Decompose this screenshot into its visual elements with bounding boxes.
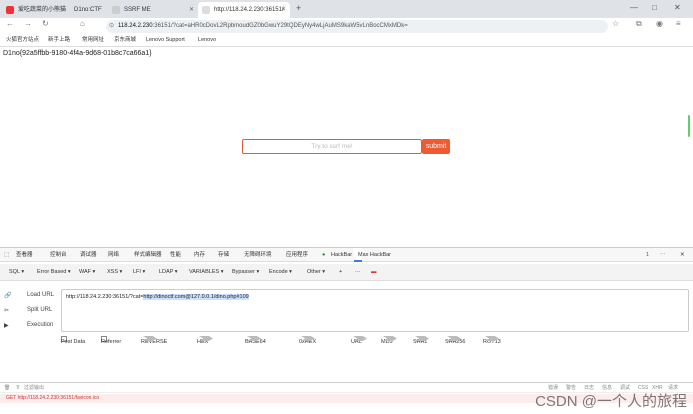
tab-4-label: http://118.24.2.230:36151/	[214, 7, 284, 13]
scroll-indicator	[688, 115, 690, 137]
devtools-tab[interactable]: 样式编辑器	[134, 248, 162, 262]
hackbar-menu: SQL ▾ Error Based ▾ WAF ▾ XSS ▾ LFI ▾ LD…	[0, 264, 693, 281]
extensions-icon[interactable]: ⧉	[636, 19, 642, 29]
add-icon[interactable]: +	[336, 267, 345, 278]
menu-bypasser[interactable]: Bypasser ▾	[229, 267, 262, 278]
menu-encode[interactable]: Encode ▾	[266, 267, 295, 278]
filter-icon: ⊽	[16, 385, 20, 391]
close-devtools-icon[interactable]: ✕	[680, 248, 685, 262]
close-window-icon[interactable]: ✕	[674, 3, 681, 12]
devtools-pick-icon[interactable]: ⬚	[4, 248, 9, 262]
trash-icon[interactable]: 🗑	[4, 383, 10, 393]
csdn-favicon-icon	[6, 6, 14, 14]
search-input[interactable]: Try to ssrf me!	[242, 139, 422, 154]
menu-icon[interactable]: ≡	[676, 19, 681, 28]
devtools-tab[interactable]: 控制台	[50, 248, 67, 262]
devtools-tab-active[interactable]: Max HackBar	[354, 248, 391, 262]
bookmark-item[interactable]: 新手上路	[48, 34, 70, 47]
devtools-toolbar: ⬚ 查看器 控制台 调试器 网络 样式编辑器 性能 内存 存储 无障碍环境 应用…	[0, 247, 693, 262]
devtools-tab[interactable]: 内存	[194, 248, 205, 262]
hackbar-options: Post Data Referrer REVERSE HEX BASE64 0x…	[61, 336, 689, 348]
settings-icon[interactable]: ⋯	[660, 248, 666, 262]
menu-sql[interactable]: SQL ▾	[6, 267, 27, 278]
url-input[interactable]: ⊙ 118.24.2.230:36151/?cat=aHR0cDovL2Rpbm…	[106, 20, 608, 33]
console-filter-input[interactable]: 过滤输出	[24, 383, 44, 393]
bookmark-item[interactable]: 常用网址	[82, 34, 104, 47]
max-hackbar-label: Max HackBar	[358, 252, 392, 258]
maximize-icon[interactable]: □	[652, 3, 657, 12]
close-tab-icon[interactable]: ✕	[189, 2, 194, 18]
profile-icon[interactable]: ◉	[656, 19, 663, 28]
devtools-tab[interactable]: HackBar	[331, 248, 352, 262]
menu-error-based[interactable]: Error Based ▾	[34, 267, 74, 278]
forward-icon[interactable]: →	[24, 19, 32, 28]
menu-ldap[interactable]: LDAP ▾	[156, 267, 181, 278]
star-icon[interactable]: ☆	[612, 19, 619, 28]
url-textarea[interactable]: http://118.24.2.230:36151/?cat=http://di…	[61, 289, 689, 332]
execute-icon[interactable]: ▶	[4, 322, 9, 329]
hackbar-icon: ●	[322, 252, 326, 258]
url-prefix: http://118.24.2.230:36151/?cat=	[66, 294, 144, 300]
link-icon[interactable]: 🔗	[4, 292, 11, 299]
devtools-tab[interactable]: 无障碍环境	[244, 248, 272, 262]
flag-icon[interactable]: ▬	[368, 267, 380, 278]
bookmark-item[interactable]: Lenovo	[198, 34, 216, 47]
menu-xss[interactable]: XSS ▾	[104, 267, 125, 278]
execution-button[interactable]: Execution	[27, 322, 53, 328]
minimize-icon[interactable]: —	[630, 3, 638, 12]
page-favicon-icon	[202, 6, 210, 14]
tab-bar: 爱吃蔬菜的小熊猫 D1no:CTF SSRF ME ✕ http://118.2…	[0, 0, 693, 18]
reload-icon[interactable]: ↻	[42, 19, 49, 28]
devtools-tab[interactable]: 查看器	[16, 248, 33, 262]
url-path: :36151/?cat=aHR0cDovL2RpbmoudGZ0bGwuY29t…	[152, 23, 408, 29]
url-selected: http://dinoctf.com@127.0.0.1/dino.php#10…	[143, 294, 249, 300]
tab-3[interactable]: SSRF ME ✕	[108, 2, 198, 18]
menu-waf[interactable]: WAF ▾	[76, 267, 98, 278]
error-text: GET http://118.24.2.230:36151/favicon.ic…	[6, 395, 100, 401]
bookmarks-bar: 火狐官方站点 新手上路 常用网址 京东商城 Lenovo Support Len…	[0, 34, 693, 47]
devtools-tab[interactable]: 网络	[108, 248, 119, 262]
hackbar-panel: 🔗 Load URL ✂ Split URL ▶ Execution http:…	[0, 282, 693, 382]
bookmark-item[interactable]: Lenovo Support	[146, 34, 185, 47]
lock-icon: ⊙	[109, 23, 115, 29]
error-count-badge[interactable]: 1	[646, 248, 649, 262]
new-tab-icon[interactable]: +	[296, 3, 301, 13]
devtools-tab[interactable]: 性能	[170, 248, 181, 262]
bookmark-item[interactable]: 京东商城	[114, 34, 136, 47]
console-panel: 🗑 ⊽ 过滤输出 错误 警告 日志 信息 调试 CSS XHR 请求 GET h…	[0, 382, 693, 414]
tab-2[interactable]: D1no:CTF	[58, 2, 108, 18]
menu-variables[interactable]: VARIABLES ▾	[186, 267, 226, 278]
menu-lfi[interactable]: LFI ▾	[130, 267, 148, 278]
load-url-button[interactable]: Load URL	[27, 292, 54, 298]
navigation-bar: ← → ↻ ⌂ ⊙ 118.24.2.230:36151/?cat=aHR0cD…	[0, 18, 693, 34]
split-url-button[interactable]: Split URL	[27, 307, 52, 313]
close-tab-icon[interactable]: ✕	[281, 2, 286, 18]
watermark: CSDN @一个人的旅程	[535, 393, 687, 410]
url-host: 118.24.2.230	[118, 23, 153, 29]
flag-text: D1no{92a5ffbb-9180-4f4a-9d68-01b8c7ca66a…	[3, 50, 152, 57]
bookmark-item[interactable]: 火狐官方站点	[6, 34, 39, 47]
devtools-tab[interactable]: 调试器	[80, 248, 97, 262]
home-icon[interactable]: ⌂	[80, 19, 85, 28]
more-icon[interactable]: ···	[352, 267, 364, 278]
tab-2-label: D1no:CTF	[74, 7, 102, 13]
page-content: D1no{92a5ffbb-9180-4f4a-9d68-01b8c7ca66a…	[0, 47, 693, 247]
page-favicon-icon	[112, 6, 120, 14]
devtools-tab[interactable]: 存储	[218, 248, 229, 262]
tab-3-label: SSRF ME	[124, 7, 151, 13]
back-icon[interactable]: ←	[6, 19, 14, 28]
tab-4[interactable]: http://118.24.2.230:36151/ ✕	[198, 2, 290, 18]
submit-button[interactable]: submit	[422, 139, 450, 154]
menu-other[interactable]: Other ▾	[304, 267, 328, 278]
devtools-tab[interactable]: 应用程序	[286, 248, 308, 262]
split-icon[interactable]: ✂	[4, 307, 9, 314]
